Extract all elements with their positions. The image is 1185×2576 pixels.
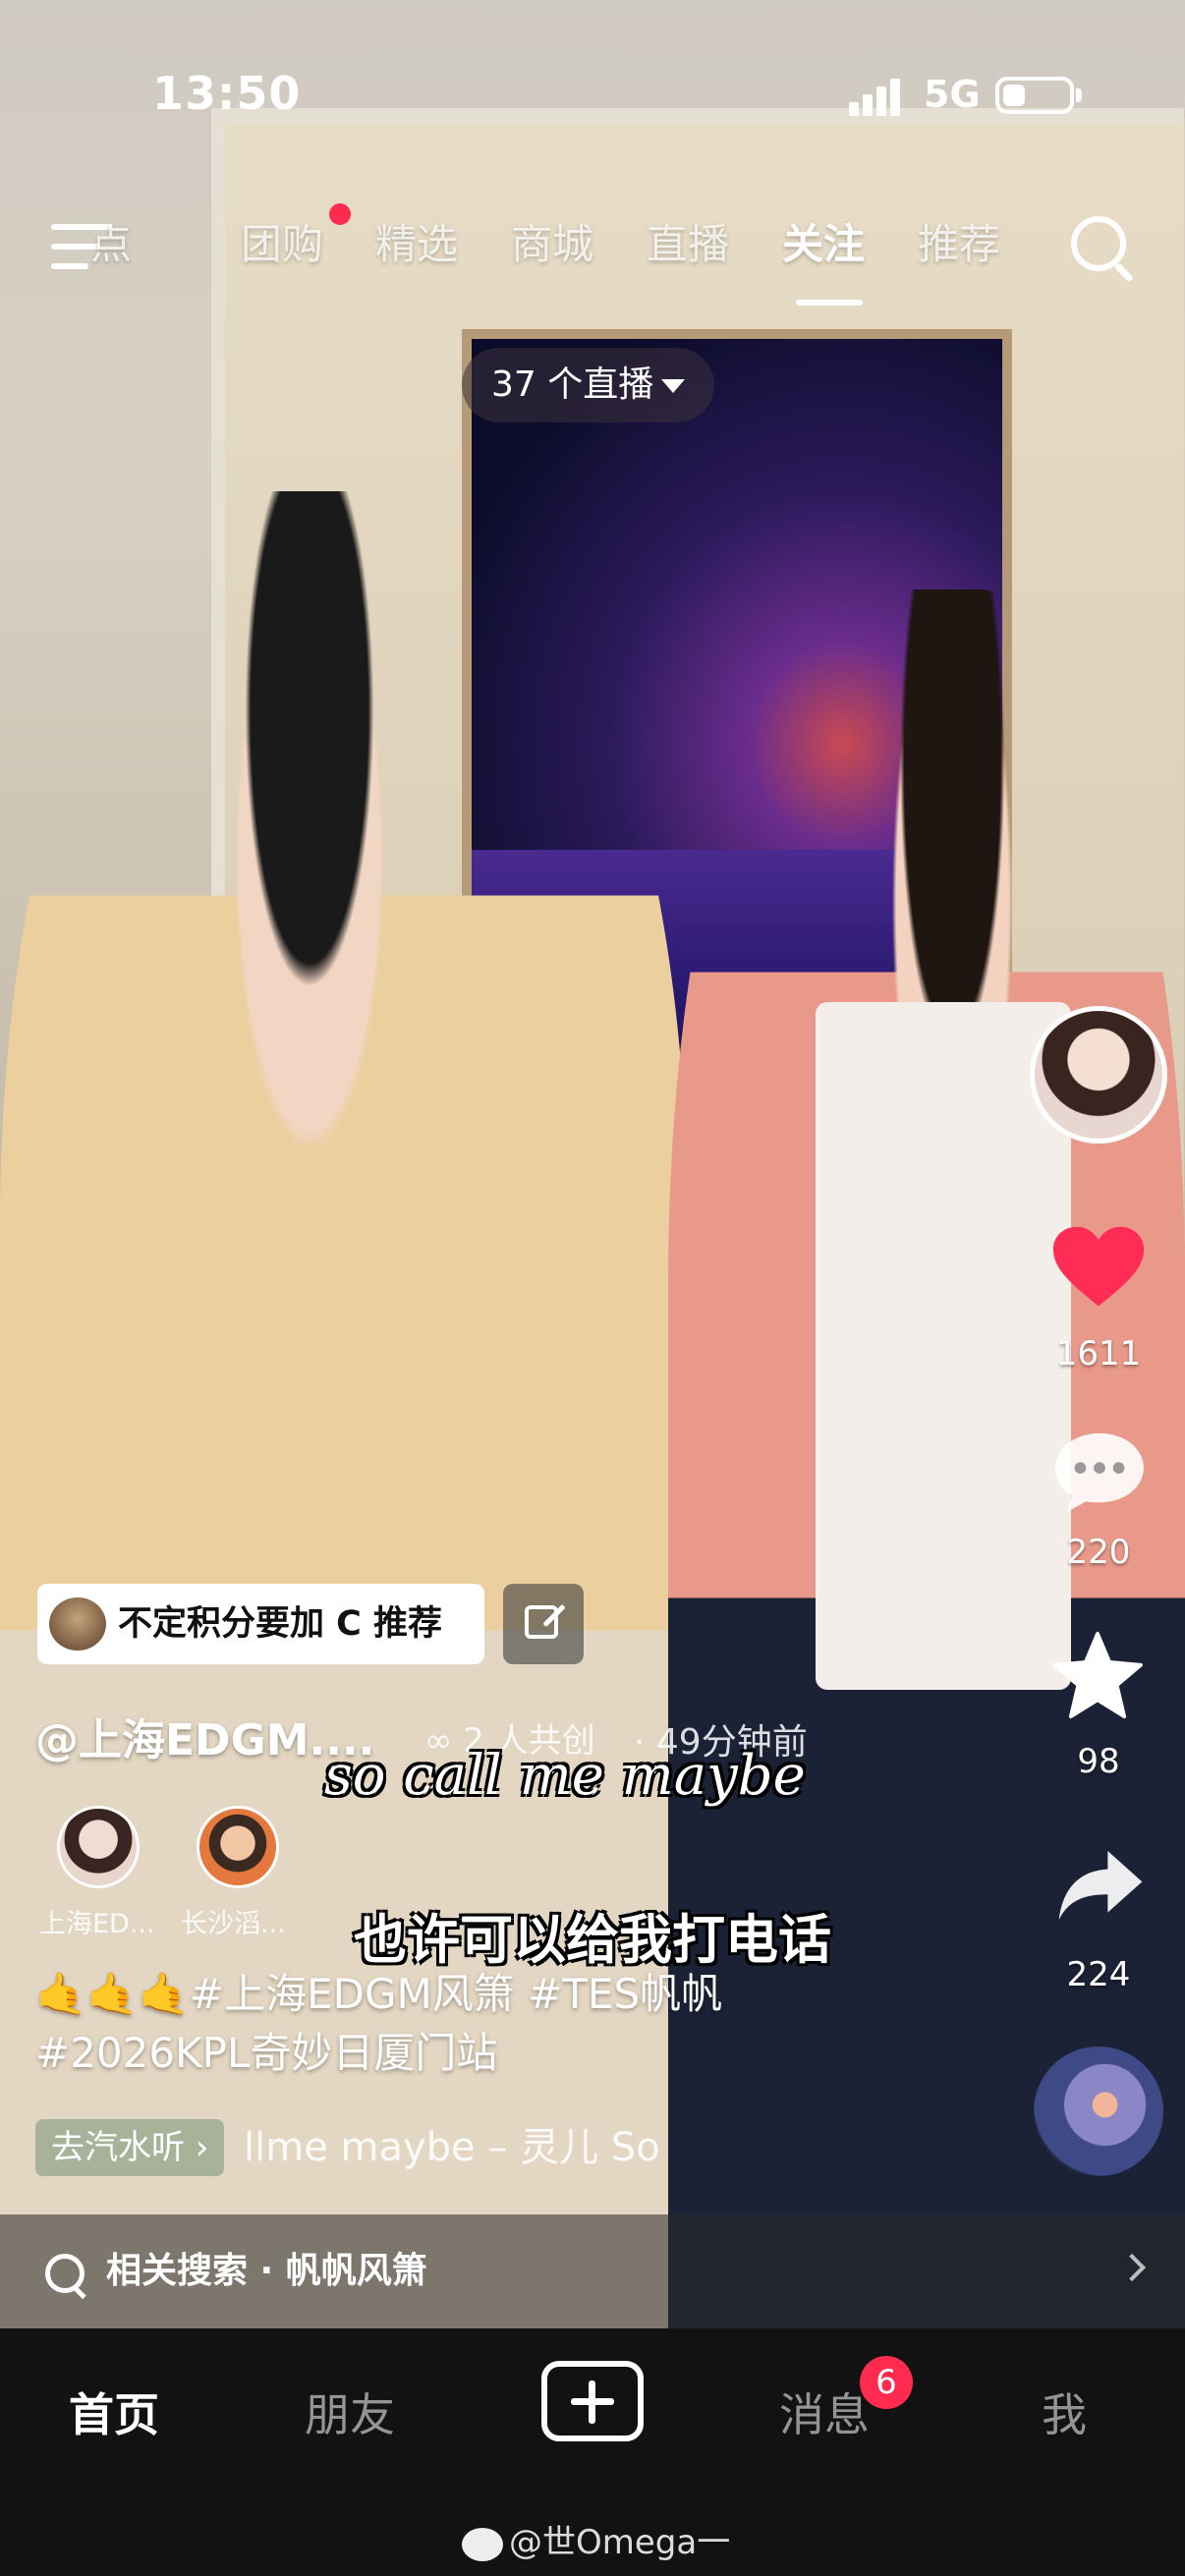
- recommend-chip[interactable]: 不定积分要加 C 推荐: [37, 1584, 484, 1664]
- tab-dian[interactable]: 点: [90, 211, 132, 271]
- tab-group-buy[interactable]: 团购: [241, 211, 323, 271]
- status-time: 13:50: [152, 67, 302, 120]
- notification-dot: [329, 203, 351, 225]
- subtitle-english: so call me maybe: [324, 1744, 806, 1808]
- caption-line-2: #2026KPL奇妙日厦门站: [35, 2029, 498, 2077]
- video-feed-screen: 13:50 5G 点 团购 精选 商城 直播 关注 推荐 37 个直播 1611…: [0, 0, 1185, 2576]
- search-icon[interactable]: [1071, 216, 1136, 283]
- weibo-icon: [462, 2527, 503, 2561]
- nav-messages[interactable]: 消息: [779, 2380, 870, 2444]
- heart-icon[interactable]: [1051, 1223, 1146, 1312]
- edit-button[interactable]: [503, 1584, 584, 1664]
- create-button[interactable]: [541, 2361, 644, 2441]
- related-search-label: 相关搜索 · 帆帆风箫: [106, 2251, 427, 2291]
- tab-featured[interactable]: 精选: [375, 211, 458, 271]
- related-search-bar[interactable]: 相关搜索 · 帆帆风箫: [0, 2214, 1185, 2328]
- nav-home[interactable]: 首页: [69, 2380, 159, 2444]
- comment-icon[interactable]: [1051, 1429, 1148, 1514]
- nav-friends[interactable]: 朋友: [305, 2380, 395, 2444]
- recommend-thumb: [49, 1597, 106, 1651]
- comment-count: 220: [1066, 1533, 1131, 1572]
- chevron-right-icon: [1117, 2253, 1147, 2282]
- co-creator-name-1: 上海ED...: [39, 1909, 155, 1939]
- co-creator-avatar-2[interactable]: [197, 1806, 279, 1888]
- caption-line-1: 🤙🤙🤙#上海EDGM风箫 #TES帆帆: [35, 1970, 723, 2018]
- co-creator-avatar-1[interactable]: [57, 1806, 140, 1888]
- recommend-chip-label: 不定积分要加 C 推荐: [118, 1604, 443, 1644]
- star-icon[interactable]: [1051, 1631, 1144, 1719]
- tab-recommend[interactable]: 推荐: [918, 211, 1000, 271]
- battery-icon: [995, 77, 1074, 114]
- tab-mall[interactable]: 商城: [511, 211, 593, 271]
- music-source-chip[interactable]: 去汽水听 ›: [35, 2119, 225, 2176]
- active-tab-indicator: [796, 300, 863, 306]
- share-count: 224: [1066, 1955, 1131, 1994]
- signal-icon: [849, 77, 908, 116]
- tab-live[interactable]: 直播: [647, 211, 729, 271]
- video-caption[interactable]: 🤙🤙🤙#上海EDGM风箫 #TES帆帆 #2026KPL奇妙日厦门站: [35, 1965, 722, 2083]
- music-disc[interactable]: [1034, 2046, 1163, 2176]
- subtitle-chinese: 也许可以给我打电话: [354, 1909, 831, 1971]
- battery-tip: [1076, 88, 1082, 102]
- live-count-label: 37 个直播: [491, 364, 654, 405]
- edit-icon: [525, 1605, 558, 1639]
- favorite-count: 98: [1077, 1742, 1120, 1781]
- share-icon[interactable]: [1055, 1847, 1146, 1924]
- caret-down-icon: [661, 379, 686, 393]
- nav-me[interactable]: 我: [1042, 2380, 1087, 2444]
- watermark: @世Omega一: [462, 2515, 730, 2563]
- tab-following[interactable]: 关注: [782, 211, 865, 271]
- message-badge: 6: [860, 2356, 913, 2409]
- network-label: 5G: [924, 73, 981, 116]
- author-avatar[interactable]: [1030, 1006, 1167, 1144]
- live-count-pill[interactable]: 37 个直播: [462, 348, 715, 422]
- music-title[interactable]: llme maybe – 灵儿 So: [244, 2119, 660, 2176]
- co-creator-name-2: 长沙滔...: [181, 1909, 286, 1939]
- like-count: 1611: [1055, 1334, 1142, 1373]
